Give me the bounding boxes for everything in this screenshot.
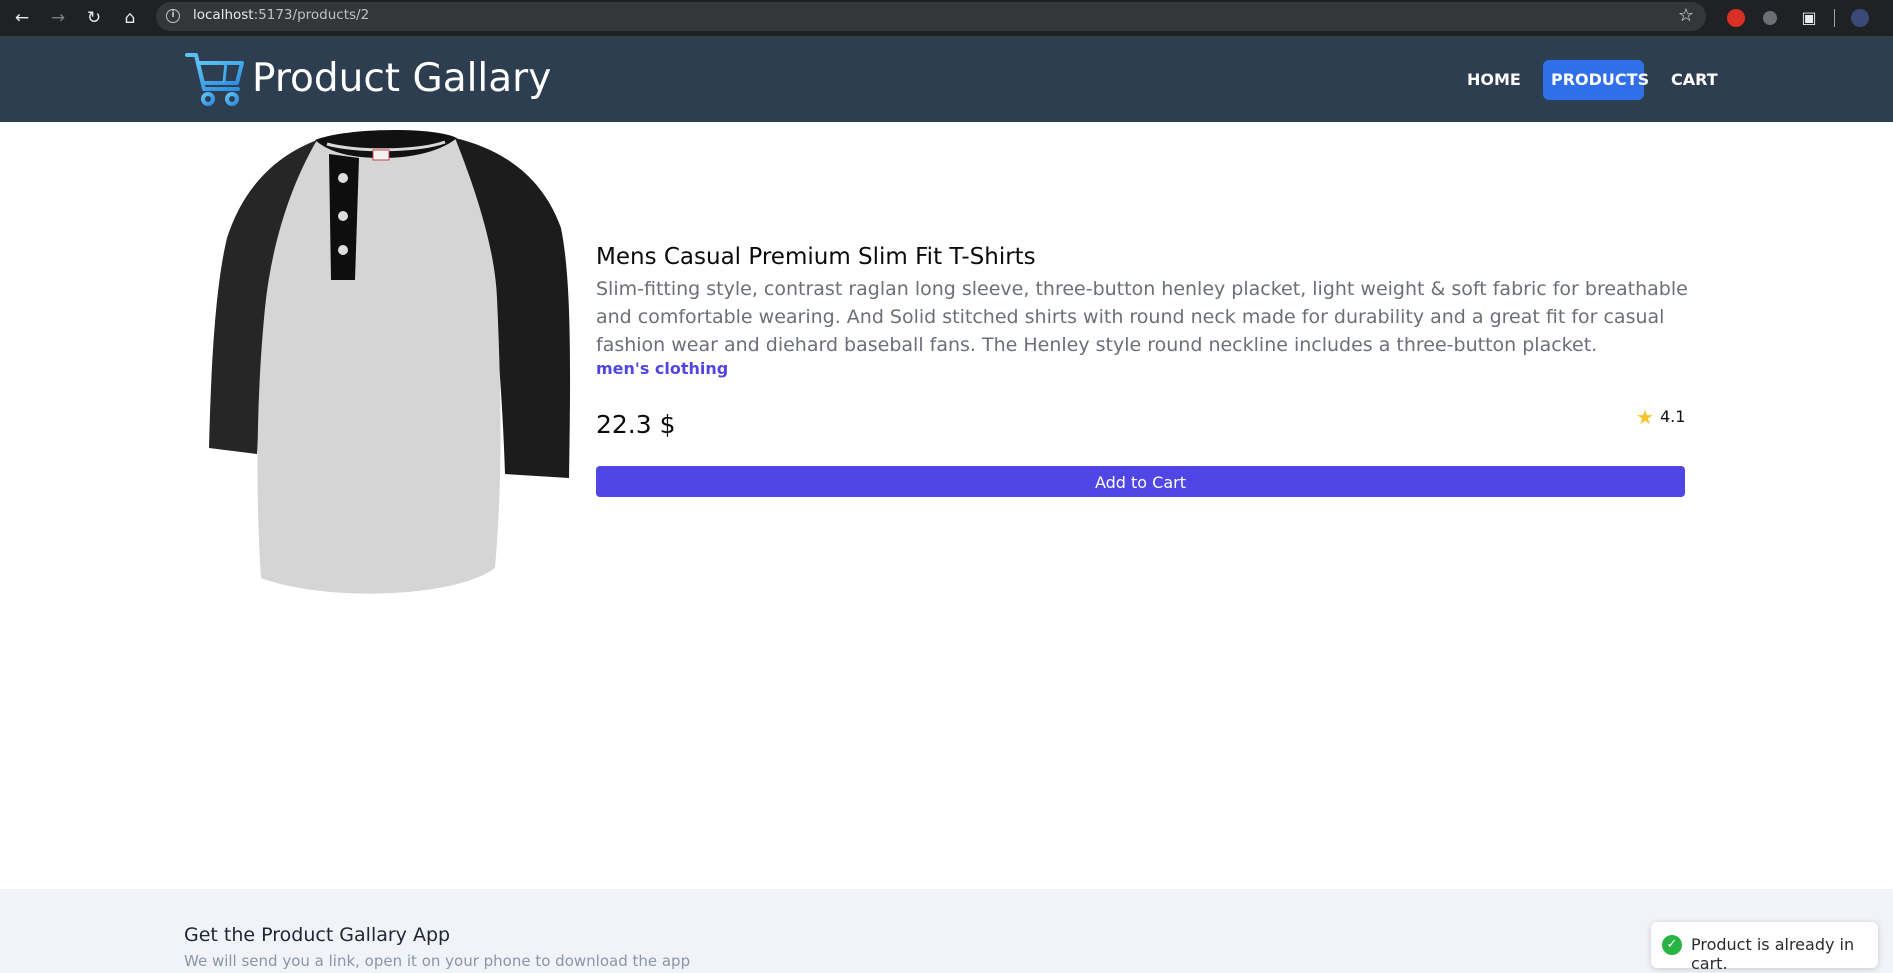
brand-title[interactable]: Product Gallary [252, 56, 551, 101]
nav-link-products[interactable]: PRODUCTS [1543, 60, 1649, 100]
address-bar[interactable]: i localhost:5173/products/2 ☆ [156, 2, 1706, 31]
footer-title: Get the Product Gallary App [184, 924, 451, 946]
site-navbar: Product Gallary HOME PRODUCTS CART [0, 37, 1893, 122]
product-image [209, 129, 571, 594]
browser-toolbar: ← → ↻ ⌂ i localhost:5173/products/2 ☆ ▣ [0, 0, 1893, 37]
extensions-puzzle-icon[interactable]: ▣ [1797, 6, 1821, 30]
toast-notification[interactable]: ✓ Product is already in cart. [1651, 922, 1878, 973]
reload-icon[interactable]: ↻ [82, 6, 106, 30]
footer-app-promo: Get the Product Gallary App We will send… [0, 889, 1893, 973]
shopping-cart-icon[interactable] [184, 49, 246, 111]
product-rating: ★ 4.1 [1636, 405, 1685, 429]
toolbar-divider [1834, 9, 1835, 27]
nav-link-cart[interactable]: CART [1663, 60, 1726, 100]
check-circle-icon: ✓ [1662, 935, 1682, 955]
forward-icon[interactable]: → [46, 6, 70, 30]
product-category: men's clothing [596, 359, 729, 378]
product-description: Slim-fitting style, contrast raglan long… [596, 278, 1688, 356]
product-title: Mens Casual Premium Slim Fit T-Shirts [596, 244, 1036, 270]
add-to-cart-button[interactable]: Add to Cart [596, 466, 1685, 497]
url-text[interactable]: localhost:5173/products/2 [193, 7, 369, 23]
footer-subtitle: We will send you a link, open it on your… [184, 952, 691, 970]
bookmark-star-icon[interactable]: ☆ [1678, 5, 1694, 26]
product-price: 22.3 $ [596, 410, 676, 439]
back-icon[interactable]: ← [10, 6, 34, 30]
nav-link-home[interactable]: HOME [1459, 60, 1529, 100]
profile-avatar[interactable] [1851, 9, 1869, 27]
home-icon[interactable]: ⌂ [118, 6, 142, 30]
extension-icon[interactable] [1763, 11, 1777, 25]
star-icon: ★ [1636, 405, 1654, 429]
extension-icon[interactable] [1727, 9, 1745, 27]
site-info-icon[interactable]: i [166, 9, 180, 23]
rating-value: 4.1 [1659, 407, 1686, 426]
toast-message: Product is already in cart. [1691, 935, 1855, 973]
